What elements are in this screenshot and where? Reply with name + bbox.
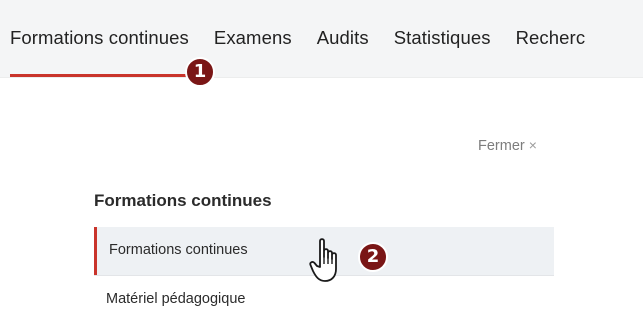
tab-examens[interactable]: Examens [214, 27, 292, 49]
menu-item-materiel-pedagogique[interactable]: Matériel pédagogique [94, 288, 554, 312]
tab-recherche[interactable]: Recherc [516, 27, 586, 49]
top-navigation: Formations continues Examens Audits Stat… [0, 0, 643, 78]
tab-formations-continues[interactable]: Formations continues [10, 27, 189, 49]
hand-pointer-icon [309, 238, 337, 282]
callout-badge-1: 1 [185, 57, 215, 87]
close-button[interactable]: Fermer × [478, 137, 537, 154]
tab-statistiques[interactable]: Statistiques [394, 27, 491, 49]
callout-badge-2: 2 [358, 242, 388, 272]
tab-audits[interactable]: Audits [317, 27, 369, 49]
close-label: Fermer [478, 138, 525, 154]
close-icon: × [528, 137, 537, 153]
nav-tabs: Formations continues Examens Audits Stat… [10, 27, 610, 49]
section-title: Formations continues [94, 191, 272, 210]
menu-item-label: Formations continues [109, 242, 248, 258]
menu-item-label: Matériel pédagogique [106, 291, 246, 307]
active-tab-indicator [10, 74, 192, 77]
